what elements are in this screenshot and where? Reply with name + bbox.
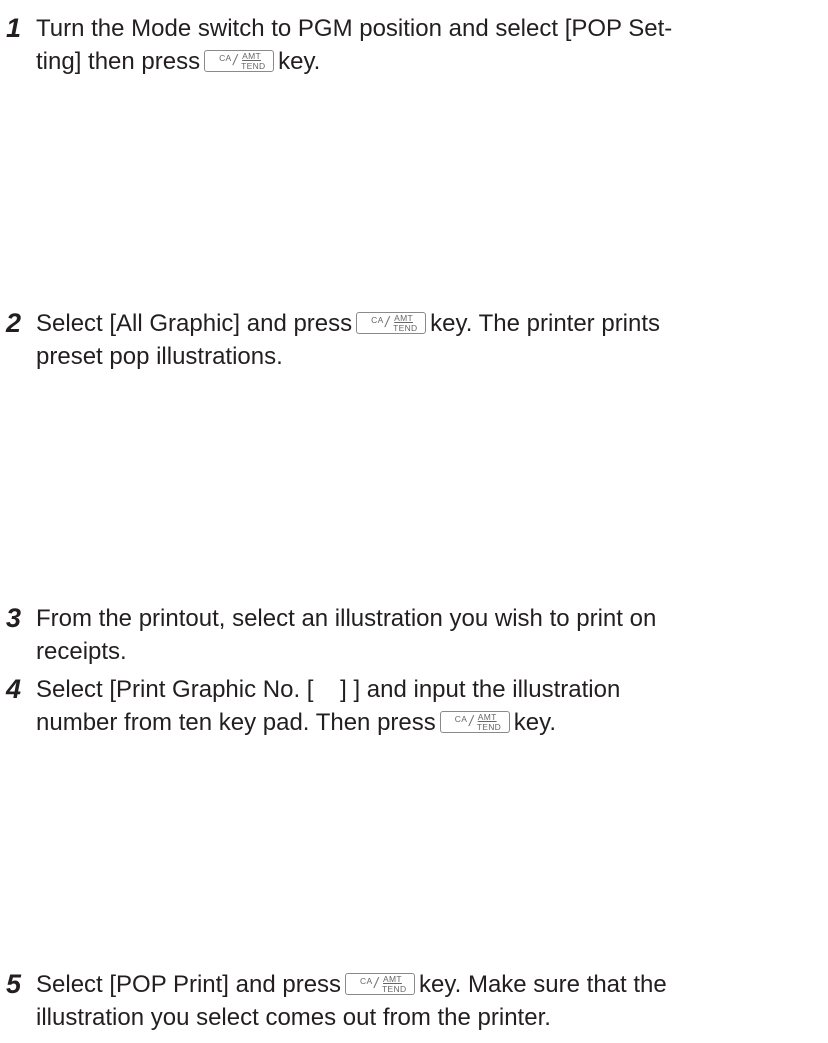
step-line: ting] then press CA / AMT TEND key. bbox=[36, 45, 820, 78]
step-number: 4 bbox=[6, 674, 22, 704]
ca-amt-tend-key-icon: CA / AMT TEND bbox=[204, 49, 275, 72]
step-text-segment: key. bbox=[278, 48, 321, 75]
step-line: preset pop illustrations. bbox=[36, 343, 283, 370]
step-line: illustration you select comes out from t… bbox=[36, 1004, 551, 1031]
key-label-tend: TEND bbox=[241, 60, 266, 71]
key-label-amt: AMT bbox=[383, 973, 402, 984]
key-label-amt: AMT bbox=[394, 312, 413, 323]
step-text-segment: Select [POP Print] and press bbox=[36, 971, 342, 998]
ca-amt-tend-key-icon: CA / AMT TEND bbox=[345, 972, 416, 995]
step-text: Select [POP Print] and press CA / AMT TEND ke… bbox=[36, 968, 820, 1034]
step-line: receipts. bbox=[36, 638, 127, 665]
step-text-segment: key. Make sure that the bbox=[419, 971, 667, 998]
step-text-segment: key. The printer prints bbox=[430, 310, 661, 337]
step-number: 1 bbox=[6, 13, 22, 43]
ca-amt-tend-key-icon: CA / AMT TEND bbox=[439, 710, 510, 733]
key-label-slash: / bbox=[467, 712, 475, 730]
step-text: From the printout, select an illustratio… bbox=[36, 602, 820, 668]
step-text: Turn the Mode switch to PGM position and… bbox=[36, 12, 820, 78]
key-label-ca: CA bbox=[371, 314, 384, 325]
step-number: 5 bbox=[6, 969, 22, 999]
step-text-segment: Select [All Graphic] and press bbox=[36, 310, 353, 337]
step-text: Select [Print Graphic No. [ ] ] and inpu… bbox=[36, 673, 820, 739]
step-number: 2 bbox=[6, 308, 22, 338]
key-label-ca: CA bbox=[360, 975, 373, 986]
key-label-ca: CA bbox=[454, 713, 468, 724]
key-label-tend: TEND bbox=[382, 983, 407, 994]
step-line: number from ten key pad. Then press CA / AM… bbox=[36, 706, 820, 739]
step-line: Select [Print Graphic No. [ ] ] and inpu… bbox=[36, 676, 621, 703]
step-text: Select [All Graphic] and press CA / AMT TEND… bbox=[36, 307, 820, 373]
key-label-ca: CA bbox=[219, 52, 232, 63]
step-number: 3 bbox=[6, 603, 22, 633]
key-label-amt: AMT bbox=[477, 711, 497, 722]
key-label-amt: AMT bbox=[242, 50, 261, 61]
step-text-segment: ting] then press bbox=[36, 48, 201, 75]
key-label-tend: TEND bbox=[393, 322, 418, 333]
step-line: Select [POP Print] and press CA / AMT TEND ke… bbox=[36, 968, 820, 1001]
key-label-tend: TEND bbox=[476, 721, 502, 732]
key-label-slash: / bbox=[231, 51, 239, 69]
step-line: From the printout, select an illustratio… bbox=[36, 605, 657, 632]
step-line: Select [All Graphic] and press CA / AMT TEND… bbox=[36, 307, 820, 340]
key-label-slash: / bbox=[383, 313, 391, 331]
ca-amt-tend-key-icon: CA / AMT TEND bbox=[356, 311, 427, 334]
step-line: Turn the Mode switch to PGM position and… bbox=[36, 15, 673, 42]
key-label-slash: / bbox=[372, 974, 380, 992]
step-text-segment: number from ten key pad. Then press bbox=[36, 709, 436, 736]
step-text-segment: key. bbox=[513, 709, 556, 736]
